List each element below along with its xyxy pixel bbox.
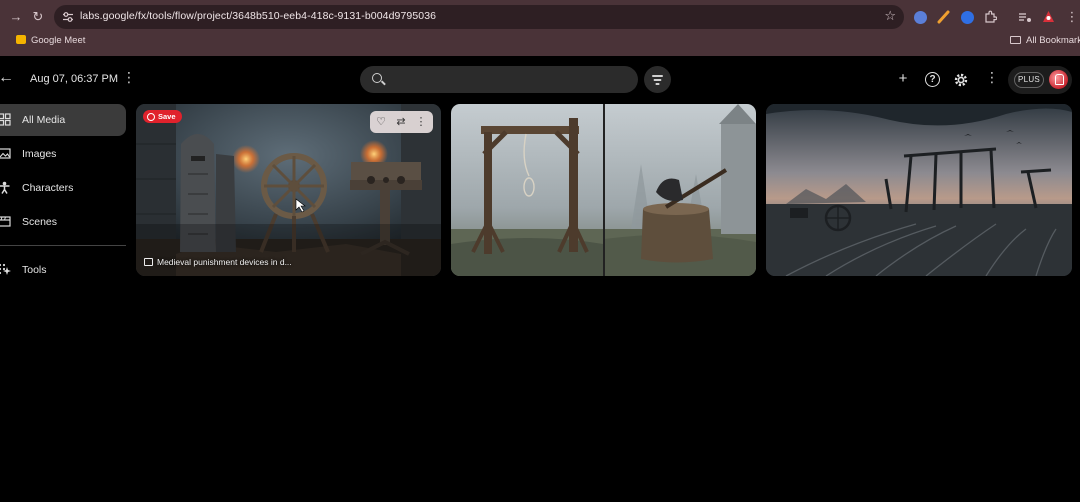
bookmark-google-meet[interactable]: Google Meet [16, 35, 85, 46]
settings-gear-icon[interactable] [952, 71, 970, 89]
extension-icon[interactable] [914, 11, 927, 24]
media-card[interactable] [451, 104, 756, 276]
site-settings-icon[interactable] [62, 11, 74, 23]
card-actions: ♡ ⇄ ⋮ [370, 111, 433, 133]
forward-icon[interactable]: → [6, 7, 26, 27]
add-icon[interactable]: + [894, 70, 912, 88]
all-bookmarks[interactable]: All Bookmarks [1010, 35, 1080, 46]
back-arrow-icon[interactable]: ← [0, 69, 14, 87]
media-thumbnail [451, 104, 756, 276]
person-icon [0, 181, 10, 194]
sidebar-item-all-media[interactable]: All Media [0, 104, 126, 136]
sidebar-item-tools[interactable]: Tools [0, 254, 126, 286]
app-header: ← Aug 07, 06:37 PM ⋮ + ? ⋮ PLUS [0, 56, 1080, 102]
project-date: Aug 07, 06:37 PM [30, 73, 119, 85]
card-menu-icon[interactable]: ⋮ [413, 114, 429, 130]
favorite-heart-icon[interactable]: ♡ [373, 114, 389, 130]
password-manager-icon[interactable] [961, 11, 974, 24]
save-badge[interactable]: Save [143, 110, 182, 123]
extensions-puzzle-icon[interactable] [984, 10, 997, 24]
search-icon [372, 73, 382, 83]
google-meet-icon [16, 35, 26, 44]
browser-menu-icon[interactable]: ⋮ [1062, 7, 1080, 27]
sidebar-item-scenes[interactable]: Scenes [0, 206, 126, 238]
filter-button[interactable] [644, 66, 671, 93]
media-card[interactable]: Save ♡ ⇄ ⋮ Medieval punishment devices i… [136, 104, 441, 276]
url-text[interactable]: labs.google/fx/tools/flow/project/3648b5… [80, 10, 436, 22]
reuse-icon[interactable]: ⇄ [393, 114, 409, 130]
media-caption: Medieval punishment devices in d... [144, 257, 292, 267]
address-bar[interactable]: labs.google/fx/tools/flow/project/3648b5… [54, 5, 904, 29]
browser-toolbar: → ↻ labs.google/fx/tools/flow/project/36… [0, 4, 1080, 30]
browser-chrome: → ↻ labs.google/fx/tools/flow/project/36… [0, 0, 1080, 56]
profile-icon[interactable] [1041, 9, 1056, 24]
avatar[interactable] [1049, 70, 1068, 89]
image-icon [144, 258, 153, 266]
filter-icon [652, 75, 663, 77]
media-card[interactable] [766, 104, 1072, 276]
sidebar: All Media Images Characters Scenes Tools [0, 102, 130, 302]
sidebar-item-images[interactable]: Images [0, 138, 126, 170]
more-options-icon[interactable]: ⋮ [985, 70, 999, 84]
account-pill[interactable]: PLUS [1008, 66, 1072, 94]
help-icon[interactable]: ? [925, 72, 940, 87]
grid-icon [0, 113, 11, 126]
search-input[interactable] [390, 70, 630, 89]
sidebar-divider [0, 245, 126, 246]
search-bar[interactable] [360, 66, 638, 93]
media-controls-icon[interactable] [1018, 11, 1032, 23]
plan-badge: PLUS [1014, 72, 1044, 88]
folder-icon [1010, 36, 1021, 44]
reload-icon[interactable]: ↻ [28, 7, 48, 27]
film-icon [0, 216, 11, 227]
pencil-extension-icon[interactable] [937, 10, 950, 24]
project-menu-icon[interactable]: ⋮ [122, 70, 136, 84]
sidebar-item-characters[interactable]: Characters [0, 172, 126, 204]
tools-icon [0, 263, 11, 275]
bookmarks-bar: Google Meet All Bookmarks [0, 33, 1080, 51]
bookmark-star-icon[interactable]: ☆ [884, 8, 896, 24]
image-icon [0, 148, 11, 159]
media-thumbnail [766, 104, 1072, 276]
